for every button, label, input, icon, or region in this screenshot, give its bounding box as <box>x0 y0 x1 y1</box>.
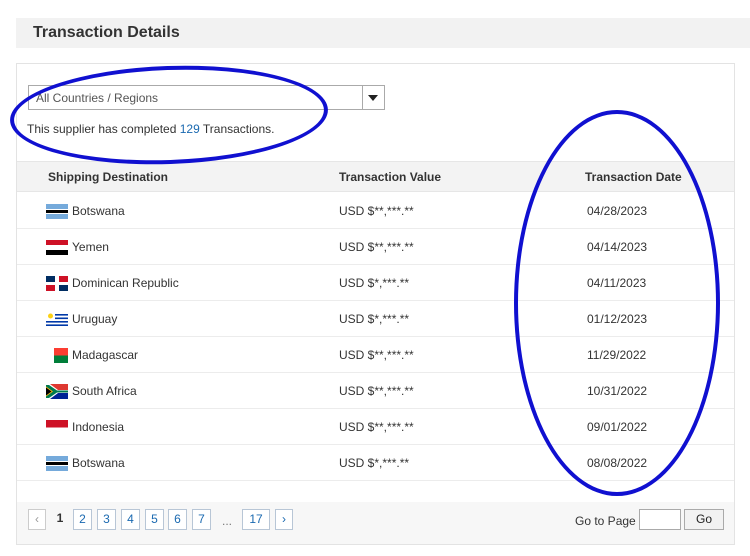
table-row: Indonesia USD $**,***.** 09/01/2022 <box>17 409 734 445</box>
go-button[interactable]: Go <box>684 509 724 530</box>
indonesia-flag-icon <box>46 420 68 435</box>
row-country: Botswana <box>72 456 125 470</box>
country-region-select[interactable]: All Countries / Regions <box>28 85 385 110</box>
table-row: Botswana USD $**,***.** 04/28/2023 <box>17 193 734 229</box>
row-country: Yemen <box>72 240 109 254</box>
row-value: USD $**,***.** <box>339 348 414 362</box>
row-value: USD $*,***.** <box>339 276 410 290</box>
header-bar: Transaction Details <box>16 18 750 48</box>
table-header: Shipping Destination Transaction Value T… <box>17 161 734 192</box>
row-value: USD $**,***.** <box>339 420 414 434</box>
row-date: 04/14/2023 <box>587 240 648 254</box>
row-date: 04/11/2023 <box>587 276 647 290</box>
transaction-summary: This supplier has completed 129 Transact… <box>27 122 274 136</box>
row-date: 04/28/2023 <box>587 204 648 218</box>
table-row: Botswana USD $*,***.** 08/08/2022 <box>17 445 734 481</box>
pagination-ellipsis: ... <box>222 514 233 528</box>
summary-prefix: This supplier has completed <box>27 122 180 136</box>
transaction-count: 129 <box>179 122 200 136</box>
prev-page-button[interactable]: ‹ <box>28 509 46 530</box>
header-shipping-destination: Shipping Destination <box>48 170 168 184</box>
row-country: Uruguay <box>72 312 118 326</box>
row-value: USD $**,***.** <box>339 204 414 218</box>
row-date: 09/01/2022 <box>587 420 648 434</box>
row-country: Botswana <box>72 204 125 218</box>
header-transaction-date: Transaction Date <box>585 170 682 184</box>
row-country: Indonesia <box>72 420 125 434</box>
page-title: Transaction Details <box>33 24 180 41</box>
row-country: Madagascar <box>72 348 139 362</box>
pagination: ‹ 1 2 3 4 5 6 7 ... 17 › Go to Page Go <box>17 502 734 544</box>
row-value: USD $*,***.** <box>339 312 410 326</box>
madagascar-flag-icon <box>46 348 68 363</box>
row-value: USD $**,***.** <box>339 384 414 398</box>
page-link-5[interactable]: 5 <box>145 509 164 530</box>
botswana-flag-icon <box>46 456 68 471</box>
table-row: South Africa USD $**,***.** 10/31/2022 <box>17 373 734 409</box>
page-link-4[interactable]: 4 <box>121 509 140 530</box>
row-country: Dominican Republic <box>72 276 179 290</box>
row-value: USD $*,***.** <box>339 456 410 470</box>
next-page-button[interactable]: › <box>275 509 293 530</box>
dropdown-arrow-icon[interactable] <box>362 86 384 109</box>
row-date: 08/08/2022 <box>587 456 648 470</box>
table-row: Yemen USD $**,***.** 04/14/2023 <box>17 229 734 265</box>
uruguay-flag-icon <box>46 312 68 327</box>
south-africa-flag-icon <box>46 384 68 399</box>
table-row: Uruguay USD $*,***.** 01/12/2023 <box>17 301 734 337</box>
page-link-7[interactable]: 7 <box>192 509 211 530</box>
dominican-republic-flag-icon <box>46 276 68 291</box>
transactions-panel: All Countries / Regions This supplier ha… <box>16 63 735 545</box>
current-page: 1 <box>56 511 64 525</box>
table-row: Madagascar USD $**,***.** 11/29/2022 <box>17 337 734 373</box>
row-date: 11/29/2022 <box>587 348 647 362</box>
yemen-flag-icon <box>46 240 68 255</box>
row-country: South Africa <box>72 384 137 398</box>
row-date: 10/31/2022 <box>587 384 648 398</box>
row-date: 01/12/2023 <box>587 312 648 326</box>
table-row: Dominican Republic USD $*,***.** 04/11/2… <box>17 265 734 301</box>
botswana-flag-icon <box>46 204 68 219</box>
goto-page-label: Go to Page <box>575 514 636 528</box>
page-link-3[interactable]: 3 <box>97 509 116 530</box>
page-link-17[interactable]: 17 <box>242 509 270 530</box>
row-value: USD $**,***.** <box>339 240 414 254</box>
summary-suffix: Transactions. <box>199 122 275 136</box>
page-link-2[interactable]: 2 <box>73 509 92 530</box>
country-region-select-value: All Countries / Regions <box>36 91 159 105</box>
goto-page-input[interactable] <box>639 509 681 530</box>
page-link-6[interactable]: 6 <box>168 509 187 530</box>
header-transaction-value: Transaction Value <box>339 170 442 184</box>
